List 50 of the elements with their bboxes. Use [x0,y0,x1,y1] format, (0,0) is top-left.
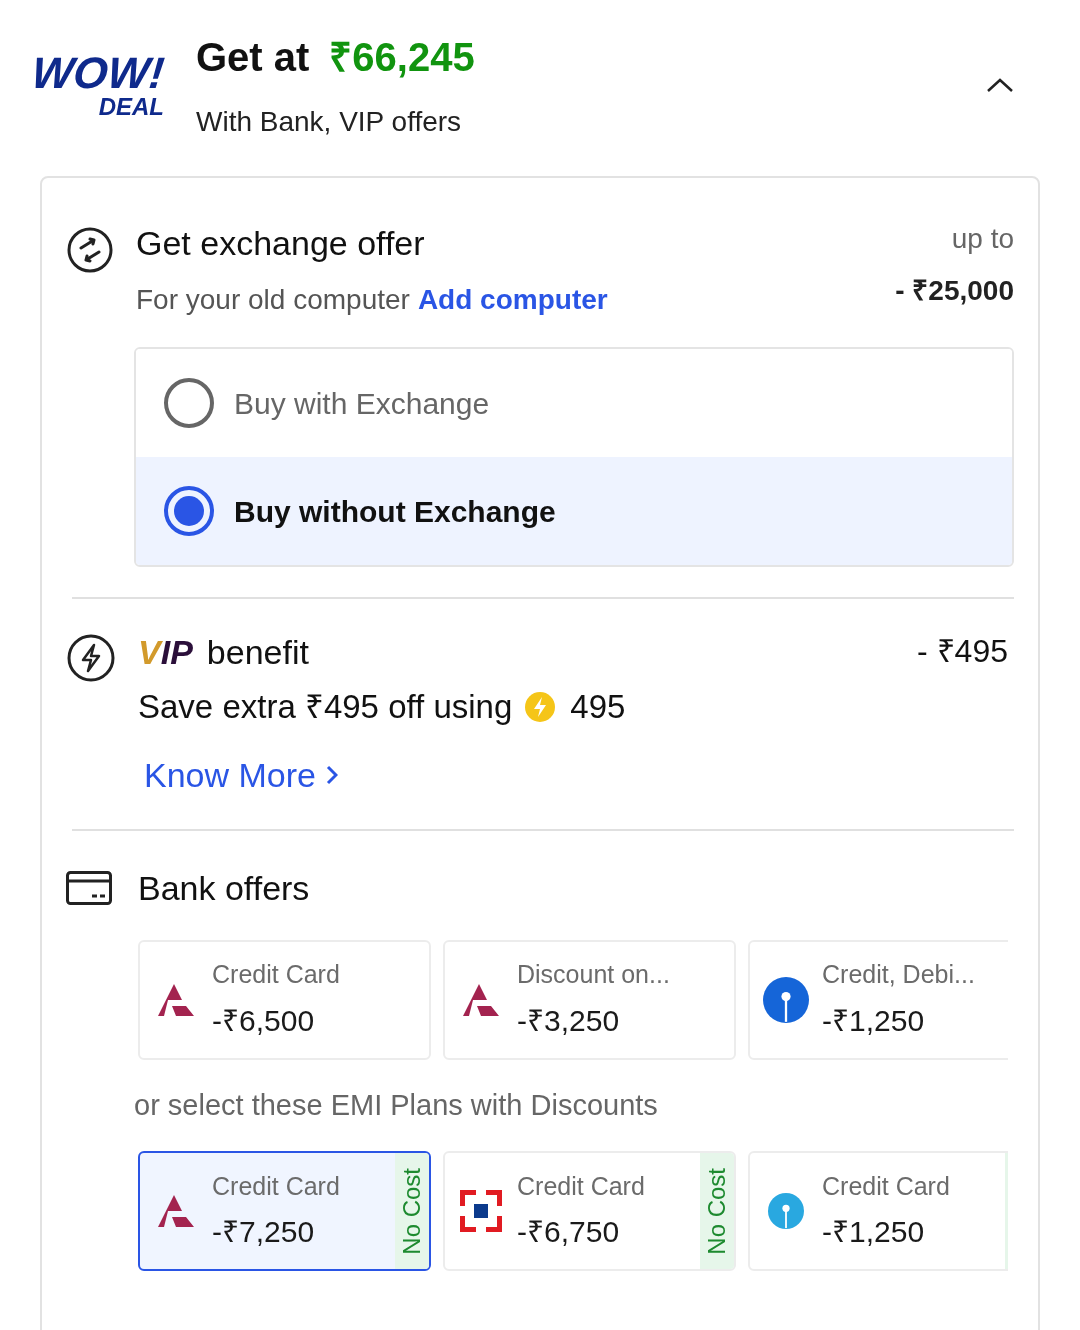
chevron-icon [986,77,1014,93]
coin-count: 495 [570,687,626,727]
offer-amount: -₹7,250 [212,1214,316,1251]
offer-amount: -₹1,250 [822,1002,926,1039]
no-cost-label: No Cost [397,1167,426,1255]
logo-subtext: DEAL [98,95,164,119]
radio-button[interactable] [164,378,214,428]
square-frame-logo-icon [460,1190,502,1232]
vip-logo: VIP [138,635,193,669]
add-computer-link[interactable]: Add computer [417,279,608,321]
offer-label: Credit Card [517,1170,646,1202]
vip-amount: - ₹495 [917,632,1008,671]
deal-title: Get at [196,34,310,81]
bank-offers-title: Bank offers [138,867,310,909]
deal-subtitle: With Bank, VIP offers [196,105,463,139]
know-more-link[interactable]: Know More [144,749,338,801]
offer-amount: -₹6,500 [212,1002,316,1039]
amount-label: up to [951,222,1014,256]
vip-description: Save extra ₹495 off using [138,687,513,727]
bank-offer-card[interactable]: Discount on... -₹3,250 [443,939,736,1060]
emi-heading: or select these EMI Plans with Discounts [134,1088,658,1121]
coin-icon [524,690,557,723]
emi-plan-card[interactable]: Credit Card -₹7,250 No Cost [138,1151,431,1271]
card-icon [66,871,112,905]
offer-label: Credit Card [212,1170,341,1202]
no-cost-label: No Cost [702,1167,731,1255]
radio-option[interactable]: Buy without Exchange [136,457,1012,565]
exchange-icon [66,226,114,274]
exchange-amount: - ₹25,000 [895,274,1014,308]
vip-title: benefit [206,632,309,673]
chevron-right-icon [325,765,338,785]
offer-label: Discount on... [517,959,671,991]
offer-amount: -₹3,250 [517,1002,621,1039]
emi-plan-card[interactable]: Credit Card -₹6,750 No Cost [443,1151,736,1271]
offer-amount: -₹6,750 [517,1214,621,1251]
offer-label: Credit Card [212,959,341,991]
logo-text: WOW! [29,51,167,95]
offer-label: Credit, Debi... [822,959,976,991]
offer-amount: -₹1,250 [822,1214,926,1251]
deal-price: ₹66,245 [329,34,475,81]
offer-label: Credit Card [822,1170,951,1202]
bank-offer-card[interactable]: Credit, Debi... -₹1,250 [748,939,1008,1060]
bank-offer-card[interactable]: Credit Card -₹6,500 [138,939,431,1060]
keyhole-logo-icon [768,1193,804,1229]
lightning-icon [66,633,116,683]
keyhole-logo-icon [763,976,809,1023]
radio-button[interactable] [164,486,214,536]
exchange-subtitle: For your old computer [136,283,410,317]
emi-plan-card[interactable]: Credit Card -₹1,250 [748,1151,1008,1271]
exchange-title: Get exchange offer [136,223,426,264]
